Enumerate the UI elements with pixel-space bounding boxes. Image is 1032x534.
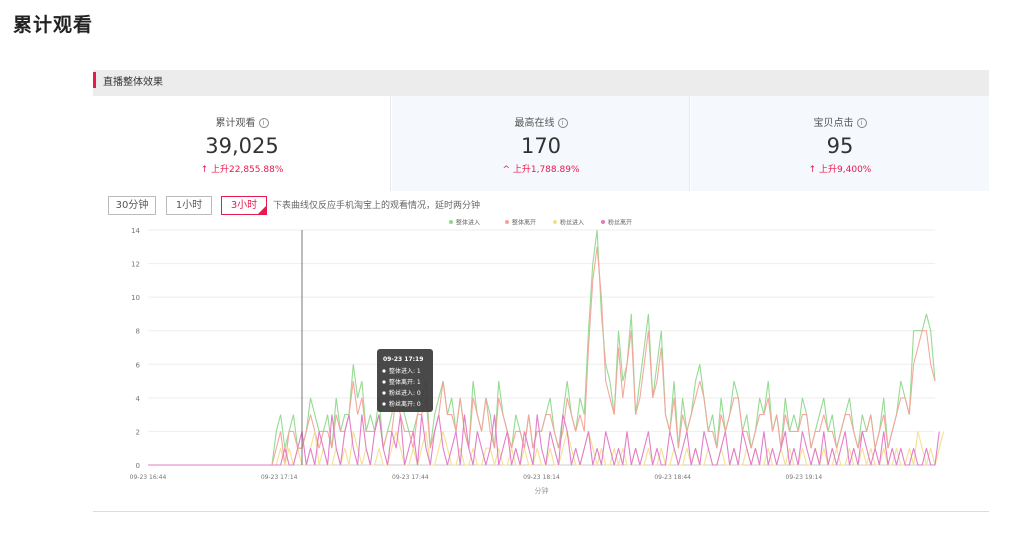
stat-label-text: 累计观看 <box>215 118 256 129</box>
stat-value: 170 <box>520 134 562 158</box>
chart-area: 0 2 4 6 8 10 12 14 09-23 16:44 09-23 17:14 09-23 1… <box>93 215 989 505</box>
panel-header: 直播整体效果 <box>93 70 989 96</box>
y-tick-label: 0 <box>136 462 140 470</box>
stat-change: ↑ 上升9,400% <box>808 165 872 175</box>
stat-value: 95 <box>826 134 854 158</box>
stat-label: 宝贝点击 i <box>691 114 989 129</box>
panel-title: 直播整体效果 <box>103 77 163 88</box>
info-icon[interactable]: i <box>258 118 269 128</box>
x-tick-label: 09-23 17:14 <box>261 474 298 481</box>
tab-3hour[interactable]: 3小时 ✓ <box>221 196 267 215</box>
viewers-line-chart[interactable]: 0 2 4 6 8 10 12 14 09-23 16:44 09-23 17:14 09-23 1… <box>93 215 989 505</box>
tooltip-row: 粉丝进入: 0 <box>389 389 421 397</box>
stats-row: 累计观看 i 39,025 ↑ 上升22,855.88% 最高在线 i 170 ^ … <box>93 96 989 191</box>
x-tick-label: 09-23 16:44 <box>130 474 167 481</box>
legend-marker <box>505 220 509 224</box>
stat-change: ↑ 上升22,855.88% <box>200 165 284 175</box>
tab-3hour-label: 3小时 <box>230 200 258 211</box>
stat-total-views: 累计观看 i 39,025 ↑ 上升22,855.88% <box>93 96 391 191</box>
stat-item-clicks: 宝贝点击 i 95 ↑ 上升9,400% <box>691 96 989 191</box>
bottom-divider <box>93 511 989 512</box>
y-tick-label: 4 <box>136 395 141 403</box>
stat-label-text: 宝贝点击 <box>813 118 854 129</box>
tooltip-dot <box>382 369 386 373</box>
stat-label: 累计观看 i <box>93 114 391 129</box>
y-tick-label: 8 <box>136 328 140 336</box>
legend-label: 粉丝离开 <box>608 219 632 227</box>
stat-label: 最高在线 i <box>392 114 690 129</box>
legend-label: 整体离开 <box>512 219 536 227</box>
y-tick-label: 6 <box>136 361 141 369</box>
x-axis-label: 分钟 <box>535 486 549 495</box>
tooltip-dot <box>382 391 386 395</box>
series-line <box>148 246 936 466</box>
check-icon: ✓ <box>260 204 266 211</box>
live-overview-panel: 直播整体效果 累计观看 i 39,025 ↑ 上升22,855.88% 最高在线 i… <box>93 70 989 512</box>
x-tick-label: 09-23 17:44 <box>392 474 429 481</box>
tooltip-row: 粉丝离开: 0 <box>389 400 421 408</box>
tooltip-dot <box>382 402 386 406</box>
divider <box>689 96 690 191</box>
divider <box>390 96 391 191</box>
legend-marker <box>601 220 605 224</box>
page-title: 累计观看 <box>13 14 94 36</box>
stat-value: 39,025 <box>205 134 279 158</box>
y-tick-label: 10 <box>131 294 140 302</box>
y-tick-label: 2 <box>136 428 140 436</box>
tooltip-dot <box>382 380 386 384</box>
tooltip-time: 09-23 17:19 <box>383 356 423 363</box>
info-icon[interactable]: i <box>856 118 867 128</box>
y-tick-label: 14 <box>131 227 140 235</box>
tooltip-row: 整体离开: 1 <box>389 378 421 386</box>
legend-marker <box>553 220 557 224</box>
info-icon[interactable]: i <box>557 118 568 128</box>
x-tick-label: 09-23 18:14 <box>523 474 560 481</box>
stat-peak-online: 最高在线 i 170 ^ 上升1,788.89% <box>392 96 690 191</box>
stat-change: ^ 上升1,788.89% <box>502 165 580 175</box>
legend-label: 粉丝进入 <box>560 219 584 227</box>
tooltip-row: 整体进入: 1 <box>389 367 421 375</box>
x-tick-label: 09-23 19:14 <box>786 474 823 481</box>
stat-label-text: 最高在线 <box>514 118 555 129</box>
x-tick-label: 09-23 18:44 <box>654 474 691 481</box>
header-accent-bar <box>93 72 96 88</box>
tab-30min[interactable]: 30分钟 <box>108 196 156 215</box>
chart-hint: 下表曲线仅反应手机淘宝上的观看情况，延时两分钟 <box>273 201 481 211</box>
tab-1hour[interactable]: 1小时 <box>166 196 212 215</box>
y-tick-label: 12 <box>131 261 140 269</box>
legend-marker <box>449 220 453 224</box>
legend-label: 整体进入 <box>456 219 480 227</box>
